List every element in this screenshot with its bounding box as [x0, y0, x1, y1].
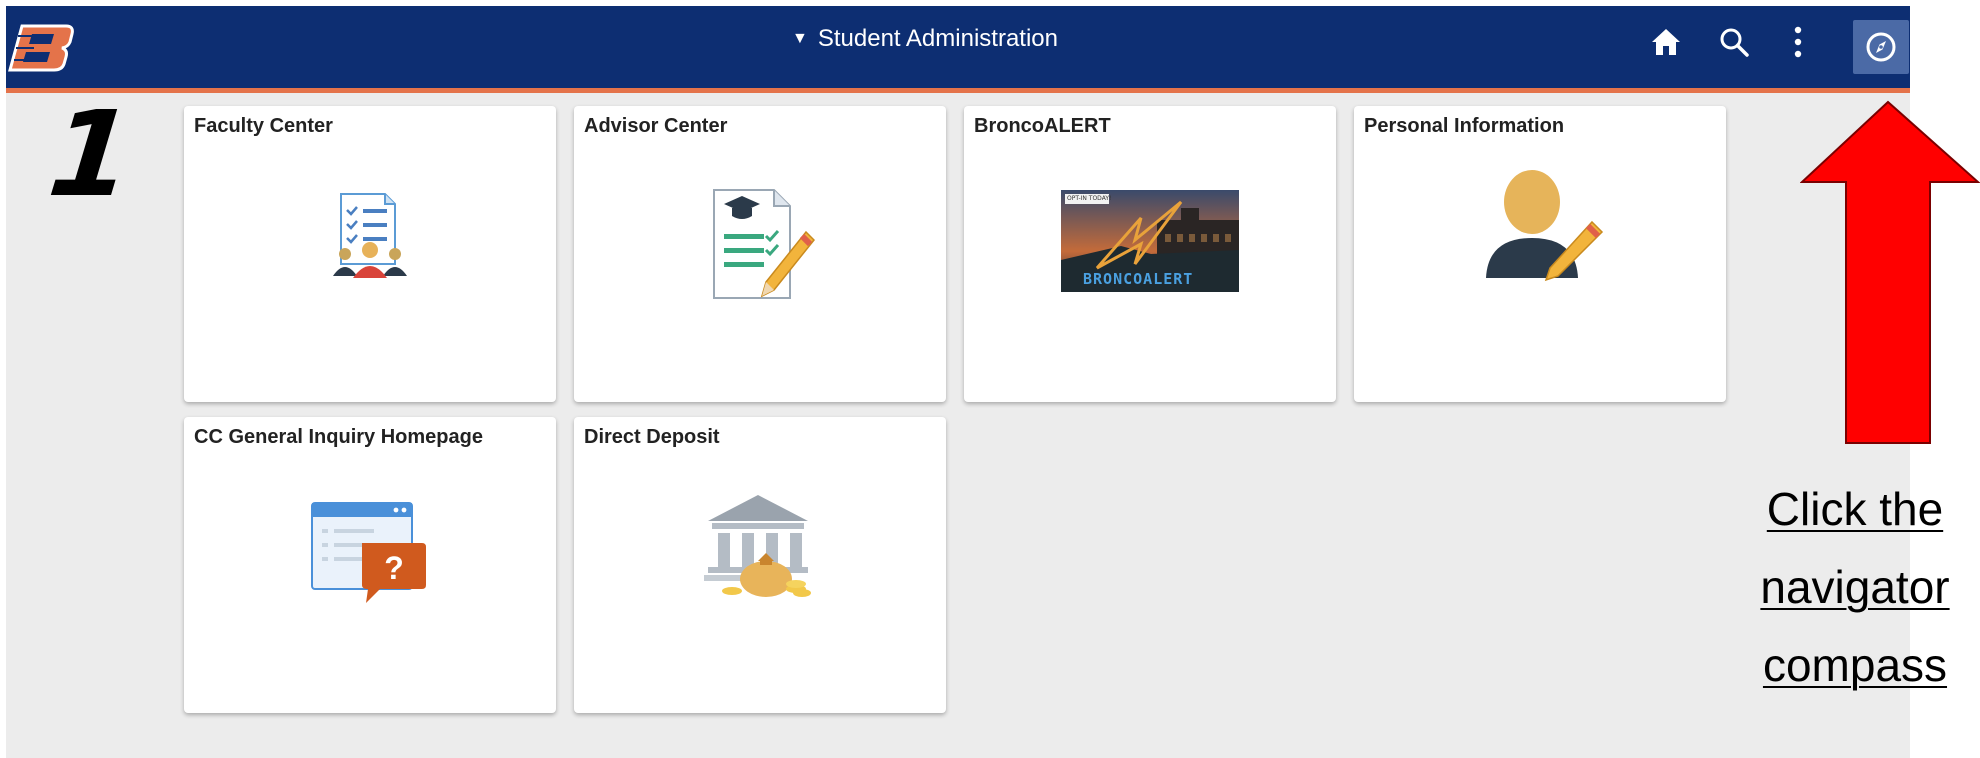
boise-state-logo[interactable]: [8, 20, 74, 74]
page-title-dropdown[interactable]: ▼ Student Administration: [792, 24, 1058, 54]
tile-advisor-center[interactable]: Advisor Center: [574, 106, 946, 402]
tutorial-slide: ▼ Student Administration Faculty Center …: [0, 0, 1980, 758]
page-title: Student Administration: [817, 25, 1058, 52]
svg-text:?: ?: [384, 550, 404, 586]
advisor-center-icon: [713, 189, 816, 299]
instruction-line-3: compass: [1762, 639, 1948, 691]
tile-title: CC General Inquiry Homepage: [194, 426, 483, 448]
tile-broncoalert[interactable]: BroncoALERT OPT-IN TODAY! BRONCOALERT: [964, 106, 1336, 402]
header-banner: ▼ Student Administration: [6, 6, 1910, 93]
instruction-line-1: Click the: [1766, 483, 1944, 535]
navigator-button[interactable]: [1853, 20, 1909, 74]
personal-information-icon: [1486, 170, 1604, 282]
broncoalert-banner-text: OPT-IN TODAY!: [1067, 195, 1112, 202]
tile-faculty-center[interactable]: Faculty Center: [184, 106, 556, 402]
tile-cc-general-inquiry-homepage[interactable]: CC General Inquiry Homepage ?: [184, 417, 556, 713]
red-arrow-up-icon: [1800, 100, 1980, 444]
tile-personal-information[interactable]: Personal Information: [1354, 106, 1726, 402]
tile-title: BroncoALERT: [974, 115, 1111, 137]
more-vertical-icon: [1794, 26, 1802, 58]
home-icon: [1652, 29, 1680, 55]
tile-title: Faculty Center: [194, 115, 333, 137]
step-number: 1: [42, 85, 140, 223]
tile-title: Direct Deposit: [584, 426, 720, 448]
general-inquiry-icon: ?: [311, 502, 426, 603]
search-icon: [1720, 28, 1749, 57]
tile-title: Advisor Center: [584, 115, 728, 137]
peoplesoft-homepage: ▼ Student Administration Faculty Center …: [6, 6, 1910, 758]
instruction-text: Click the navigator compass: [1730, 470, 1980, 704]
broncoalert-image: OPT-IN TODAY! BRONCOALERT: [1061, 190, 1239, 292]
broncoalert-image-text: BRONCOALERT: [1083, 270, 1194, 288]
instruction-line-2: navigator: [1760, 561, 1950, 613]
actions-menu-button[interactable]: [1778, 16, 1818, 68]
tile-title: Personal Information: [1364, 115, 1565, 137]
direct-deposit-icon: [704, 495, 811, 597]
caret-down-icon: ▼: [792, 30, 808, 47]
faculty-center-icon: [333, 193, 407, 278]
search-button[interactable]: [1706, 16, 1762, 68]
tile-direct-deposit[interactable]: Direct Deposit: [574, 417, 946, 713]
home-button[interactable]: [1638, 16, 1694, 68]
compass-icon: [1866, 32, 1896, 62]
